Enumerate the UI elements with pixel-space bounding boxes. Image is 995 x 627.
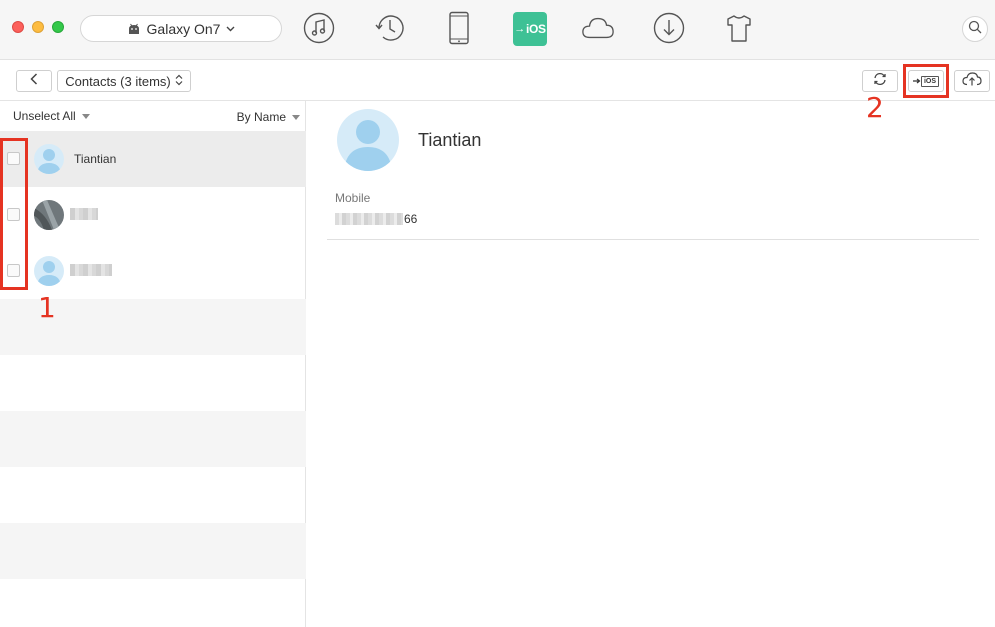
category-selector[interactable]: Contacts (3 items) xyxy=(57,70,191,92)
unselect-all-dropdown[interactable]: Unselect All xyxy=(13,109,90,123)
music-icon[interactable] xyxy=(302,11,336,45)
contact-detail-panel: Tiantian Mobile 66 xyxy=(307,101,995,627)
contact-row[interactable]: Tiantian xyxy=(0,131,306,187)
title-bar: Galaxy On7 → iOS xyxy=(0,0,995,60)
mobile-field-label: Mobile xyxy=(335,191,371,205)
caret-down-icon xyxy=(292,114,300,120)
unselect-all-label: Unselect All xyxy=(13,109,76,123)
cloud-upload-button[interactable] xyxy=(954,70,990,92)
ios-tab-label: iOS xyxy=(525,22,546,36)
close-window-button[interactable] xyxy=(12,21,24,33)
phone-visible-digits: 66 xyxy=(404,212,418,226)
blurred-contact-name xyxy=(70,264,112,276)
back-button[interactable] xyxy=(16,70,52,92)
tshirt-icon[interactable] xyxy=(722,11,756,45)
person-placeholder-avatar-large xyxy=(337,109,399,171)
contact-photo-avatar xyxy=(34,200,64,230)
to-ios-icon: iOS xyxy=(912,75,940,87)
contact-checkbox[interactable] xyxy=(7,208,20,221)
app-window: Galaxy On7 → iOS Contacts (3 items) iOS … xyxy=(0,0,995,627)
contact-row[interactable] xyxy=(0,187,306,243)
refresh-button[interactable] xyxy=(862,70,898,92)
person-placeholder-avatar xyxy=(34,144,64,174)
contact-checkbox[interactable] xyxy=(7,152,20,165)
ios-transfer-icon[interactable]: → iOS xyxy=(513,12,547,46)
contact-name: Tiantian xyxy=(74,152,117,166)
device-name: Galaxy On7 xyxy=(146,20,221,37)
empty-row xyxy=(0,523,306,579)
person-placeholder-avatar xyxy=(34,256,64,286)
category-label: Contacts (3 items) xyxy=(65,73,171,89)
chevron-left-icon xyxy=(30,72,38,90)
toolbar: Contacts (3 items) iOS xyxy=(0,61,995,101)
history-icon[interactable] xyxy=(373,11,407,45)
search-icon xyxy=(968,20,982,39)
contact-list-panel: Unselect All By Name Tiantian xyxy=(0,101,306,627)
refresh-icon xyxy=(872,72,888,91)
zoom-window-button[interactable] xyxy=(52,21,64,33)
sort-dropdown[interactable]: By Name xyxy=(237,110,300,124)
chevron-down-icon xyxy=(226,26,235,32)
up-down-chevron-icon xyxy=(175,74,183,89)
list-header: Unselect All By Name xyxy=(0,101,306,131)
download-icon[interactable] xyxy=(652,11,686,45)
cloud-icon[interactable] xyxy=(581,11,615,45)
empty-row xyxy=(0,467,306,523)
empty-row xyxy=(0,411,306,467)
search-button[interactable] xyxy=(962,16,988,42)
annotation-number-1: 1 xyxy=(38,291,56,324)
blurred-phone-digits xyxy=(335,213,403,225)
caret-down-icon xyxy=(81,113,90,119)
annotation-number-2: 2 xyxy=(866,91,884,124)
device-selector[interactable]: Galaxy On7 xyxy=(80,15,282,42)
minimize-window-button[interactable] xyxy=(32,21,44,33)
phone-icon[interactable] xyxy=(442,11,476,45)
blurred-contact-name xyxy=(70,208,98,220)
detail-contact-name: Tiantian xyxy=(418,130,482,150)
to-ios-button[interactable]: iOS xyxy=(908,70,944,92)
sort-label: By Name xyxy=(236,110,286,124)
contact-checkbox[interactable] xyxy=(7,264,20,277)
divider xyxy=(327,239,979,240)
android-icon xyxy=(127,23,141,35)
cloud-upload-icon xyxy=(962,71,982,91)
mobile-field-value: 66 xyxy=(335,212,417,226)
empty-row xyxy=(0,355,306,411)
